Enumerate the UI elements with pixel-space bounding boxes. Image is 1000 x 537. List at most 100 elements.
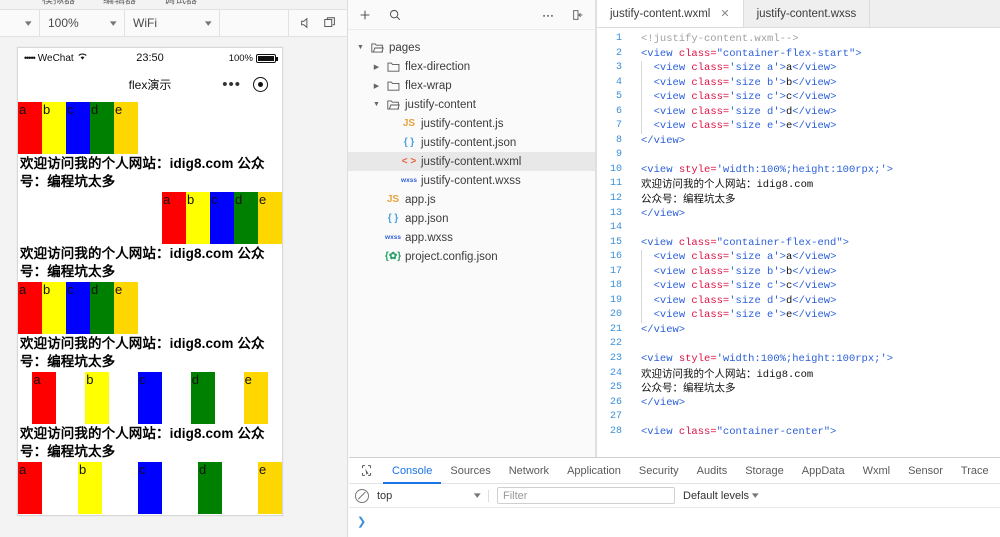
token-attr: class= [691, 77, 729, 89]
ellipsis-icon[interactable] [541, 8, 555, 22]
token-val: 'size e' [729, 309, 779, 321]
code-text: <view class='size a'>a</view> [631, 61, 836, 76]
tree-spacer [372, 234, 381, 241]
flex-item-d: d [234, 192, 258, 244]
code-text: </view> [631, 134, 685, 149]
tree-item-justify-content-wxss[interactable]: wxssjustify-content.wxss [348, 171, 595, 190]
chevron-down-icon: ▾ [25, 18, 32, 29]
cfg-file-icon: {✿} [386, 251, 400, 262]
close-icon[interactable]: ✕ [720, 7, 729, 20]
devtools-tab-security[interactable]: Security [630, 458, 688, 484]
tree-item-app-wxss[interactable]: wxssapp.wxss [348, 228, 595, 247]
devtools-tab-console[interactable]: Console [383, 458, 441, 484]
token-attr: class= [691, 251, 729, 263]
line-number: 17 [597, 265, 631, 280]
tree-item-project-config-json[interactable]: {✿}project.config.json [348, 247, 595, 266]
devtools-tab-trace[interactable]: Trace [952, 458, 998, 484]
code-text: <view class='size e'>e</view> [631, 308, 836, 323]
line-number: 22 [597, 337, 631, 352]
tree-item-flex-direction[interactable]: ▶flex-direction [348, 57, 595, 76]
tree-item-label: justify-content.json [421, 137, 516, 149]
line-number: 14 [597, 221, 631, 236]
plus-icon[interactable] [358, 8, 372, 22]
tree-item-app-json[interactable]: { } app.json [348, 209, 595, 228]
flex-item-c: c [138, 462, 162, 514]
token-attr: class= [691, 295, 729, 307]
code-text [631, 410, 641, 425]
device-select[interactable]: ▾ [0, 9, 40, 37]
log-levels-select[interactable]: Default levels ▾ [683, 490, 758, 502]
chevron-right-icon[interactable]: ▶ [372, 82, 381, 90]
zoom-value: 100% [48, 16, 79, 30]
chevron-down-icon: ▾ [474, 490, 481, 501]
devtools-tab-sources[interactable]: Sources [441, 458, 499, 484]
sim-top-tab-2[interactable]: 调试器 [164, 0, 197, 6]
tree-item-pages[interactable]: ▼pages [348, 38, 595, 57]
inspect-cursor-icon[interactable] [355, 464, 377, 477]
line-number: 25 [597, 381, 631, 396]
battery-icon [256, 54, 276, 63]
tree-item-justify-content[interactable]: ▼justify-content [348, 95, 595, 114]
tree-item-flex-wrap[interactable]: ▶ flex-wrap [348, 76, 595, 95]
code-line: 5 <view class='size c'>c</view> [597, 90, 1000, 105]
wxml-file-icon: < > [402, 156, 416, 167]
token-tag: </view> [792, 106, 836, 118]
token-tag: <view [641, 164, 679, 176]
token-val: 'size b' [729, 77, 779, 89]
code-editor[interactable]: 1<!justify-content.wxml-->2<view class="… [597, 28, 1000, 517]
tree-item-label: app.json [405, 213, 448, 225]
zoom-select[interactable]: 100% ▾ [40, 9, 125, 37]
chevron-down-icon[interactable]: ▼ [356, 44, 365, 51]
devtools-tab-network[interactable]: Network [500, 458, 558, 484]
devtools-tab-audits[interactable]: Audits [688, 458, 737, 484]
tree-item-justify-content-wxml[interactable]: < >justify-content.wxml [348, 152, 595, 171]
line-number: 23 [597, 352, 631, 367]
sim-top-tab-0[interactable]: 模拟器 [42, 0, 75, 6]
tree-item-app-js[interactable]: JSapp.js [348, 190, 595, 209]
code-line: 2<view class="container-flex-start"> [597, 47, 1000, 62]
token-txt: idig8.com [757, 369, 814, 381]
editor-tab-0[interactable]: justify-content.wxml✕ [597, 0, 744, 27]
ide-window: 模拟器 编辑器 调试器 ▾ 100% ▾ WiFi ▾ [0, 0, 1000, 537]
collapse-panel-icon[interactable] [571, 8, 585, 22]
line-number: 18 [597, 279, 631, 294]
flex-item-a: a [18, 102, 42, 154]
mute-icon[interactable] [299, 16, 313, 30]
console-filter-input[interactable]: Filter [497, 487, 675, 504]
json-file-icon: { } [386, 213, 400, 224]
search-icon[interactable] [388, 8, 402, 22]
token-zh: 公众号：编程坑太多 [641, 193, 736, 205]
code-line: 8</view> [597, 134, 1000, 149]
flex-group-flex-start: abcde [18, 102, 282, 154]
devtools-tab-application[interactable]: Application [558, 458, 630, 484]
network-select[interactable]: WiFi ▾ [125, 9, 220, 37]
devtools-tab-wxml[interactable]: Wxml [854, 458, 900, 484]
editor-tab-label: justify-content.wxss [757, 8, 857, 20]
devtools-tab-storage[interactable]: Storage [736, 458, 793, 484]
token-txt: idig8.com [757, 179, 814, 191]
chevron-down-icon[interactable]: ▼ [372, 101, 381, 108]
tree-item-label: flex-wrap [405, 80, 452, 92]
clear-console-icon[interactable] [355, 489, 369, 503]
chevron-down-icon: ▾ [205, 18, 212, 29]
tree-item-label: justify-content.js [421, 118, 503, 130]
flex-item-b: b [78, 462, 102, 514]
tree-spacer [388, 139, 397, 146]
note-line-1: 欢迎访问我的个人网站：idig8.com 公众 [20, 155, 280, 173]
devtools-tab-appdata[interactable]: AppData [793, 458, 854, 484]
token-tag: > [855, 48, 861, 60]
folder-icon [386, 80, 400, 92]
windows-icon[interactable] [323, 16, 337, 30]
editor-tab-1[interactable]: justify-content.wxss [744, 0, 871, 27]
console-output[interactable]: ❯ [349, 508, 1000, 537]
token-val: "container-flex-end" [717, 237, 843, 249]
sim-top-tab-1[interactable]: 编辑器 [103, 0, 136, 6]
devtools-tab-sensor[interactable]: Sensor [899, 458, 952, 484]
chevron-right-icon[interactable]: ▶ [372, 63, 381, 71]
network-value: WiFi [133, 16, 157, 30]
tree-item-justify-content-js[interactable]: JSjustify-content.js [348, 114, 595, 133]
tree-item-justify-content-json[interactable]: { }justify-content.json [348, 133, 595, 152]
execution-context-select[interactable]: top ▾ [377, 490, 489, 502]
line-number: 13 [597, 207, 631, 222]
token-tag: <view [654, 251, 692, 263]
